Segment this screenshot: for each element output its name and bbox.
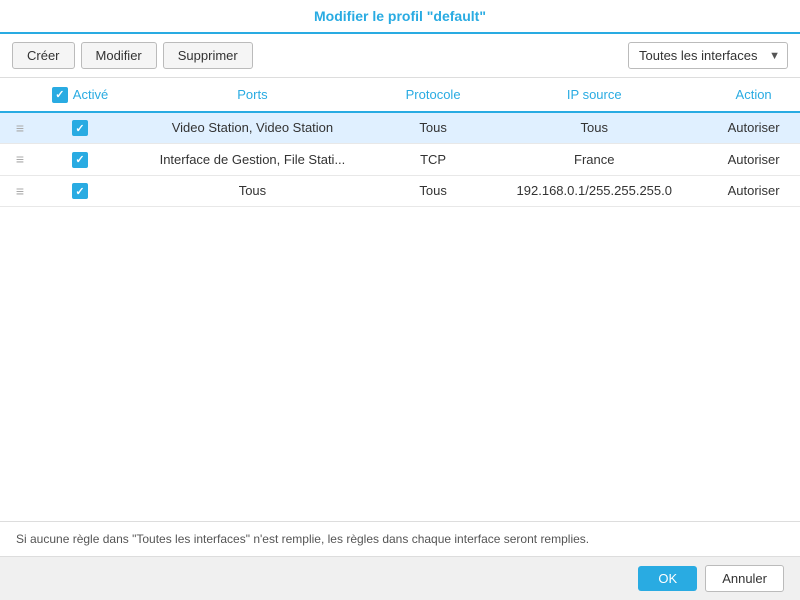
page-title: Modifier le profil "default" [314, 8, 486, 24]
ports-cell: Video Station, Video Station [120, 112, 385, 144]
drag-handle[interactable]: ≡ [0, 112, 40, 144]
drag-icon: ≡ [16, 183, 24, 199]
header-drag [0, 78, 40, 112]
ip-source-cell: 192.168.0.1/255.255.255.0 [481, 175, 707, 207]
header-protocole: Protocole [385, 78, 481, 112]
header-checkbox[interactable] [52, 87, 68, 103]
drag-icon: ≡ [16, 120, 24, 136]
header-protocole-label: Protocole [406, 87, 461, 102]
rules-table-container: Activé Ports Protocole IP source Action … [0, 78, 800, 521]
header-ip-source: IP source [481, 78, 707, 112]
header-action: Action [707, 78, 800, 112]
rules-table: Activé Ports Protocole IP source Action … [0, 78, 800, 207]
row-checkbox[interactable] [72, 120, 88, 136]
table-row[interactable]: ≡TousTous192.168.0.1/255.255.255.0Autori… [0, 175, 800, 207]
protocole-cell: TCP [385, 144, 481, 176]
active-cell [40, 144, 120, 176]
ports-cell: Interface de Gestion, File Stati... [120, 144, 385, 176]
header-active: Activé [40, 78, 120, 112]
action-cell: Autoriser [707, 175, 800, 207]
header-ports: Ports [120, 78, 385, 112]
interface-dropdown-wrapper: Toutes les interfaces LAN WAN ▼ [628, 42, 788, 69]
ip-source-cell: France [481, 144, 707, 176]
action-cell: Autoriser [707, 144, 800, 176]
toolbar: Créer Modifier Supprimer Toutes les inte… [0, 34, 800, 78]
ip-source-cell: Tous [481, 112, 707, 144]
cancel-button[interactable]: Annuler [705, 565, 784, 592]
row-checkbox[interactable] [72, 183, 88, 199]
table-row[interactable]: ≡ Interface de Gestion, File Stati...TCPF… [0, 144, 800, 176]
modify-button[interactable]: Modifier [81, 42, 157, 69]
header-ip-label: IP source [567, 87, 622, 102]
ok-button[interactable]: OK [638, 566, 697, 591]
table-header-row: Activé Ports Protocole IP source Action [0, 78, 800, 112]
drag-icon: ≡ [16, 151, 24, 167]
delete-button[interactable]: Supprimer [163, 42, 253, 69]
table-body: ≡Video Station, Video StationTousTousAut… [0, 112, 800, 207]
table-row[interactable]: ≡Video Station, Video StationTousTousAut… [0, 112, 800, 144]
active-cell [40, 112, 120, 144]
row-checkbox[interactable] [72, 152, 88, 168]
title-bar: Modifier le profil "default" [0, 0, 800, 34]
footer-note-text: Si aucune règle dans "Toutes les interfa… [16, 532, 589, 546]
active-cell [40, 175, 120, 207]
header-active-label: Activé [73, 87, 108, 102]
ports-cell: Tous [120, 175, 385, 207]
drag-handle[interactable]: ≡ [0, 144, 40, 176]
footer-note: Si aucune règle dans "Toutes les interfa… [0, 521, 800, 556]
action-cell: Autoriser [707, 112, 800, 144]
interface-dropdown[interactable]: Toutes les interfaces LAN WAN [628, 42, 788, 69]
drag-handle[interactable]: ≡ [0, 175, 40, 207]
action-bar: OK Annuler [0, 556, 800, 600]
create-button[interactable]: Créer [12, 42, 75, 69]
protocole-cell: Tous [385, 175, 481, 207]
header-action-label: Action [736, 87, 772, 102]
header-ports-label: Ports [237, 87, 267, 102]
protocole-cell: Tous [385, 112, 481, 144]
